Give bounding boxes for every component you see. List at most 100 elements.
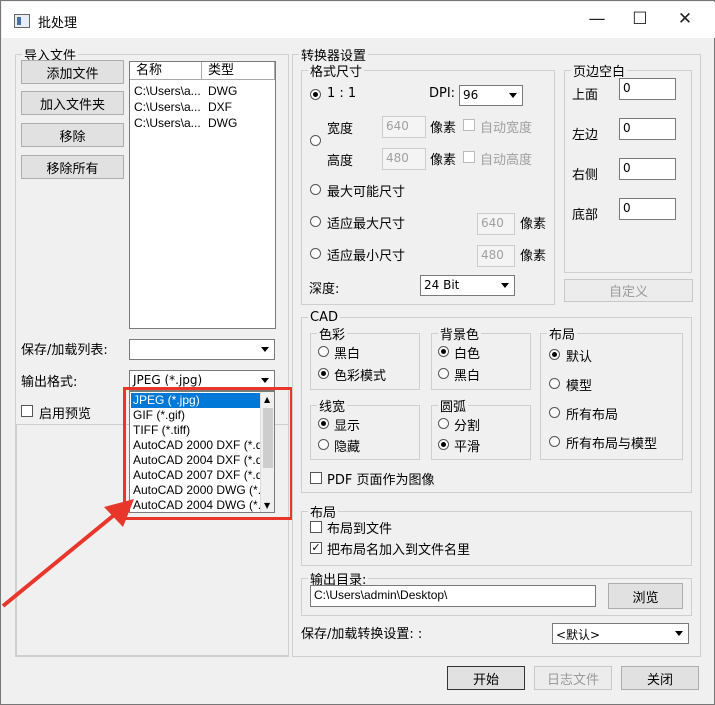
file-list[interactable]: 名称 类型 C:\Users\a... DWG C:\Users\a... DXF … [129, 61, 276, 329]
chevron-down-icon[interactable] [671, 625, 687, 642]
cad-legend: CAD [310, 310, 338, 325]
file-type: DXF [208, 100, 232, 114]
output-dir-input[interactable]: C:\Users\admin\Desktop\ [310, 585, 596, 607]
background-group: 背景色 [431, 324, 531, 390]
width-input[interactable]: 640 [382, 116, 426, 138]
auto-width-checkbox[interactable] [463, 119, 475, 131]
layout-default-label: 默认 [566, 350, 593, 365]
remove-button[interactable]: 移除 [21, 123, 124, 147]
window-title: 批处理 [38, 16, 78, 31]
white-bg-radio[interactable] [438, 346, 449, 357]
layout-default-radio[interactable] [549, 349, 560, 360]
custom-button[interactable]: 自定义 [564, 279, 693, 302]
minimize-icon[interactable]: — [582, 9, 612, 29]
fit-min-input[interactable]: 480 [477, 245, 515, 267]
margin-right-label: 右侧 [572, 168, 599, 183]
enable-preview-checkbox[interactable] [21, 405, 33, 417]
add-layout-name-label: 把布局名加入到文件名里 [327, 543, 471, 558]
column-header-type[interactable]: 类型 [202, 62, 275, 80]
batch-window: 批处理 — ☐ ✕ 导入文件 添加文件 加入文件夹 移除 移除所有 名称 类型 … [0, 0, 715, 705]
all-layouts-model-radio[interactable] [549, 436, 560, 447]
custom-size-radio[interactable] [310, 135, 321, 146]
dpi-select[interactable]: 96 [459, 85, 523, 106]
depth-label: 深度: [309, 282, 340, 297]
bw-radio[interactable] [318, 346, 329, 357]
remove-all-button[interactable]: 移除所有 [21, 155, 124, 179]
margin-left-input[interactable]: 0 [619, 118, 676, 140]
black-bg-radio[interactable] [438, 368, 449, 379]
fit-max-input[interactable]: 640 [477, 213, 515, 235]
width-unit: 像素 [430, 121, 457, 136]
lineweight-hide-radio[interactable] [318, 439, 329, 450]
list-item[interactable]: C:\Users\a... DWG [134, 84, 237, 100]
auto-height-label: 自动高度 [480, 153, 533, 168]
fit-max-label: 适应最大尺寸 [327, 217, 406, 232]
add-folder-button[interactable]: 加入文件夹 [21, 91, 124, 115]
dpi-label: DPI: [429, 86, 456, 101]
arc-smooth-radio[interactable] [438, 439, 449, 450]
color-mode-label: 色彩模式 [334, 369, 387, 384]
save-load-settings-select[interactable]: <默认> [552, 623, 689, 644]
lineweight-show-label: 显示 [334, 419, 361, 434]
fit-max-radio[interactable] [310, 216, 321, 227]
ratio-radio[interactable] [310, 89, 321, 100]
enable-preview-label: 启用预览 [39, 407, 92, 422]
white-bg-label: 白色 [454, 347, 481, 362]
lineweight-hide-label: 隐藏 [334, 440, 361, 455]
all-layouts-model-label: 所有布局与模型 [566, 437, 658, 452]
auto-width-label: 自动宽度 [480, 121, 533, 136]
add-layout-name-checkbox[interactable]: ✓ [310, 542, 322, 554]
all-layouts-label: 所有布局 [566, 408, 619, 423]
layout-model-label: 模型 [566, 379, 593, 394]
lineweight-legend: 线宽 [319, 400, 346, 415]
all-layouts-radio[interactable] [549, 407, 560, 418]
layout-to-file-label: 布局到文件 [327, 522, 393, 537]
max-possible-radio[interactable] [310, 184, 321, 195]
log-file-button[interactable]: 日志文件 [534, 666, 612, 690]
fit-max-unit: 像素 [520, 217, 547, 232]
margin-bottom-label: 底部 [572, 208, 599, 223]
margin-right-input[interactable]: 0 [619, 158, 676, 180]
app-icon [14, 14, 30, 28]
save-load-settings-value: <默认> [556, 628, 601, 642]
save-load-settings-label: 保存/加载转换设置: : [301, 627, 423, 642]
pdf-as-image-checkbox[interactable] [310, 472, 322, 484]
start-button[interactable]: 开始 [447, 666, 525, 690]
close-icon[interactable]: ✕ [670, 9, 700, 29]
color-legend: 色彩 [319, 328, 346, 343]
file-name: C:\Users\a... [134, 100, 201, 114]
margin-bottom-input[interactable]: 0 [619, 198, 676, 220]
chevron-down-icon[interactable] [257, 341, 273, 358]
list-item[interactable]: C:\Users\a... DXF [134, 100, 232, 116]
height-input[interactable]: 480 [382, 148, 426, 170]
lineweight-show-radio[interactable] [318, 418, 329, 429]
pdf-as-image-label: PDF 页面作为图像 [327, 473, 435, 488]
format-size-legend: 格式尺寸 [310, 65, 363, 80]
title-bar: 批处理 — ☐ ✕ [2, 2, 715, 38]
max-possible-label: 最大可能尺寸 [327, 185, 406, 200]
fit-min-radio[interactable] [310, 248, 321, 259]
margin-top-input[interactable]: 0 [619, 78, 676, 100]
maximize-icon[interactable]: ☐ [625, 9, 655, 29]
chevron-down-icon[interactable] [505, 87, 521, 104]
column-header-name[interactable]: 名称 [130, 62, 202, 80]
output-format-label: 输出格式: [21, 375, 78, 390]
browse-button[interactable]: 浏览 [608, 583, 683, 609]
layout-model-radio[interactable] [549, 378, 560, 389]
auto-height-checkbox[interactable] [463, 151, 475, 163]
arc-split-radio[interactable] [438, 418, 449, 429]
ratio-label: 1 : 1 [327, 86, 357, 101]
file-name: C:\Users\a... [134, 84, 201, 98]
depth-select[interactable]: 24 Bit [420, 275, 515, 296]
margin-top-label: 上面 [572, 88, 599, 103]
color-mode-radio[interactable] [318, 368, 329, 379]
save-load-list-select[interactable] [129, 339, 275, 360]
list-item[interactable]: C:\Users\a... DWG [134, 116, 237, 132]
chevron-down-icon[interactable] [497, 277, 513, 294]
layout-to-file-checkbox[interactable] [310, 521, 322, 533]
cad-layout-legend: 布局 [549, 328, 576, 343]
add-file-button[interactable]: 添加文件 [21, 60, 124, 84]
close-button[interactable]: 关闭 [621, 666, 699, 690]
arc-legend: 圆弧 [440, 400, 467, 415]
fit-min-unit: 像素 [520, 249, 547, 264]
